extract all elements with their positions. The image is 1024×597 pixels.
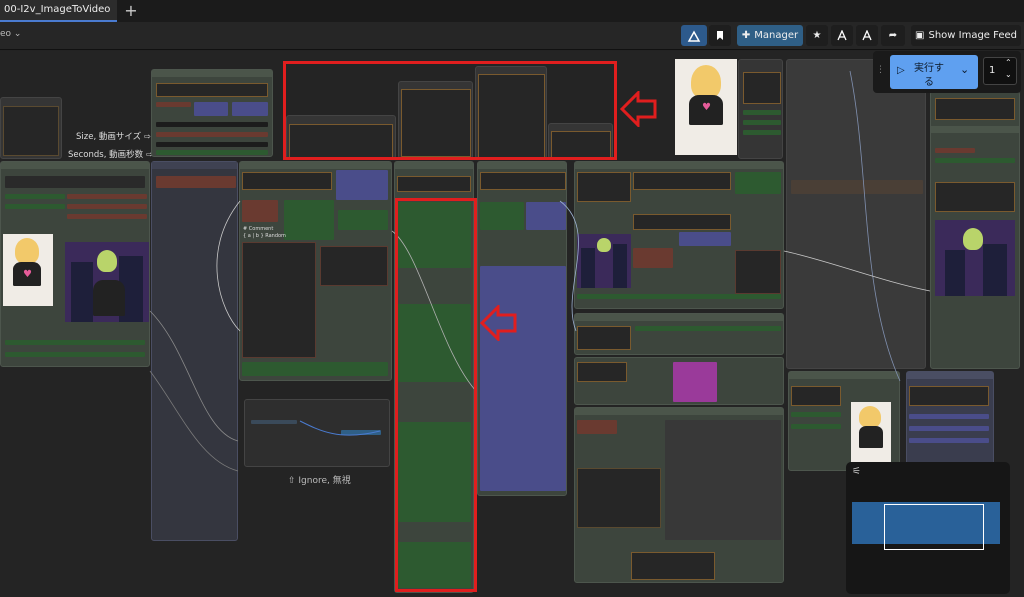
drag-handle-icon[interactable]: ⋮ <box>876 65 885 75</box>
minimap-viewport[interactable] <box>884 504 984 550</box>
tab-bar <box>0 0 1024 22</box>
image-icon: ▣ <box>915 30 925 41</box>
logo-icon[interactable] <box>681 25 707 46</box>
manager-button[interactable]: ✚ Manager <box>737 25 803 46</box>
highlight-box <box>283 61 617 160</box>
batch-count-input[interactable]: 1 ⌃ ⌄ <box>983 57 1017 85</box>
queue-panel: ⋮ ▷ 実行す る ⌄ 1 ⌃ ⌄ <box>873 51 1021 93</box>
show-image-feed-button[interactable]: ▣ Show Image Feed <box>911 25 1021 46</box>
chevron-down-icon[interactable]: ⌄ <box>960 63 969 76</box>
queue-history-icon[interactable] <box>856 25 878 46</box>
manager-label: Manager <box>754 30 799 41</box>
batch-count-value: 1 <box>989 65 996 76</box>
play-icon: ▷ <box>897 65 905 76</box>
plus-icon[interactable]: + <box>122 2 140 20</box>
share-icon[interactable]: ➦ <box>881 25 905 46</box>
sliders-icon[interactable]: ⚟ <box>852 466 861 477</box>
run-label: 実行す <box>914 63 944 74</box>
arrow-icon <box>620 91 657 127</box>
bookmark-icon[interactable] <box>709 25 731 46</box>
workflow-tab-title: 00-I2v_ImageToVideo <box>4 4 111 15</box>
puzzle-icon: ✚ <box>741 30 751 41</box>
increment-icon[interactable]: ⌃ <box>1005 58 1012 67</box>
show-image-feed-label: Show Image Feed <box>928 30 1017 41</box>
decrement-icon[interactable]: ⌄ <box>1005 70 1012 79</box>
minimap[interactable]: ⚟ <box>846 462 1010 594</box>
arrow-icon <box>480 305 517 341</box>
run-label-2: る <box>924 77 934 88</box>
queue-icon[interactable] <box>831 25 853 46</box>
workflow-tab[interactable]: 00-I2v_ImageToVideo <box>0 0 117 32</box>
star-icon[interactable]: ★ <box>806 25 828 46</box>
highlight-box <box>395 198 477 592</box>
run-button[interactable]: ▷ 実行す る ⌄ <box>890 55 978 89</box>
workflow-menu[interactable]: eo ⌄ <box>0 29 21 39</box>
